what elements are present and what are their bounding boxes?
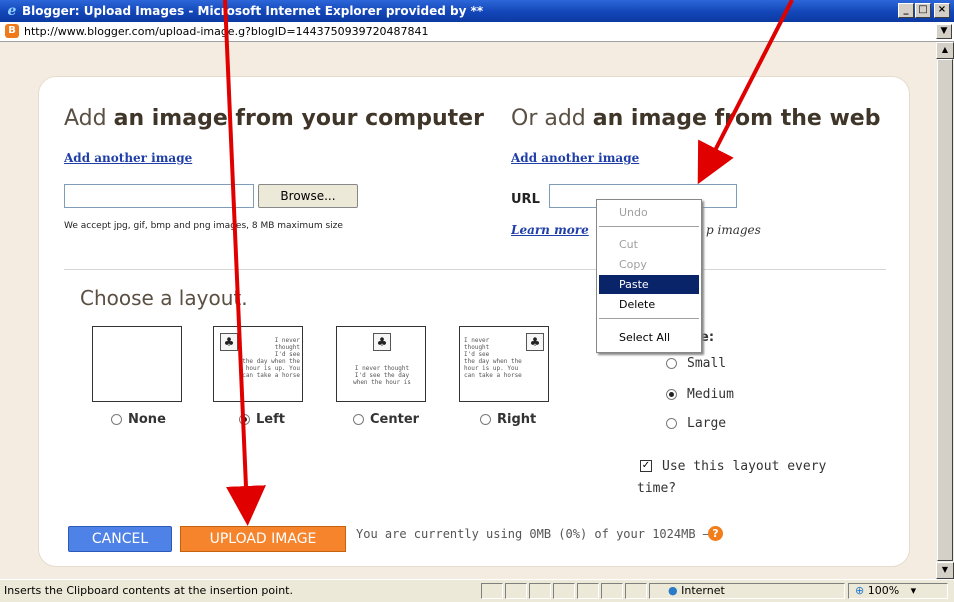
annotation-arrows: [223, 0, 794, 526]
annotation-arrow-to-upload: [223, 0, 266, 526]
annotation-arrow-to-url: [697, 0, 794, 185]
